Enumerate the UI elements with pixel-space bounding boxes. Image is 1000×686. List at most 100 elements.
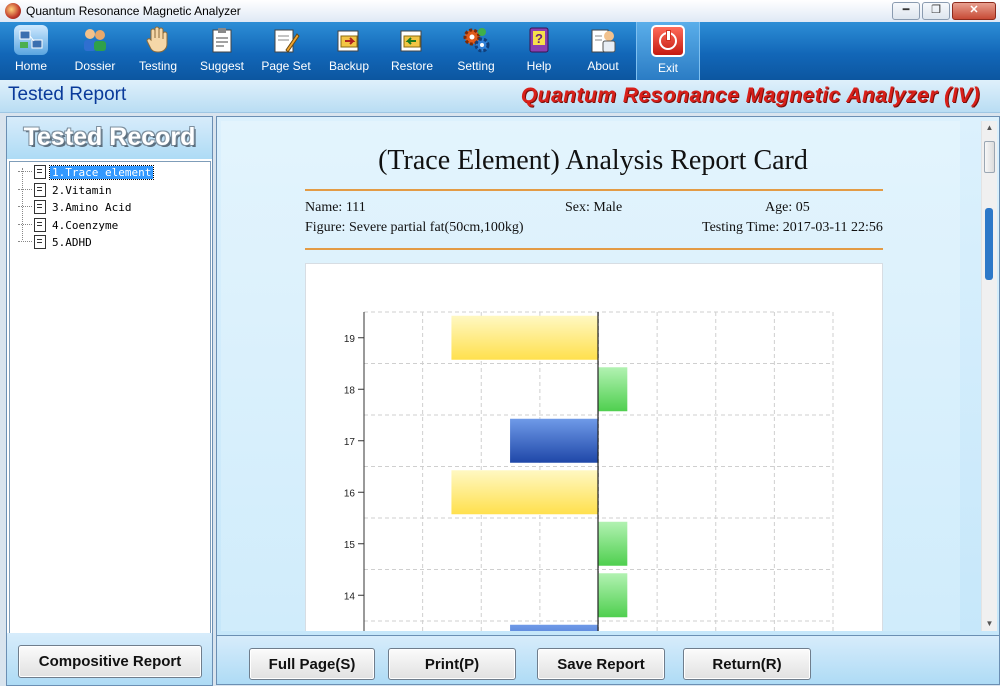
toolbar-suggest[interactable]: Suggest — [196, 22, 248, 80]
record-tree: 1.Trace element 2.Vitamin 3.Amino Acid 4… — [9, 161, 211, 635]
bar-chart: 13141516171819 — [344, 311, 834, 631]
report-content: (Trace Element) Analysis Report Card Nam… — [221, 121, 960, 631]
toolbar-testing[interactable]: Testing — [134, 22, 182, 80]
toolbar-home-label: Home — [14, 59, 47, 73]
close-button[interactable]: ✕ — [952, 2, 996, 20]
toolbar-exit[interactable]: Exit — [636, 22, 700, 80]
toolbar-help[interactable]: ? Help — [518, 22, 560, 80]
report-panel: (Trace Element) Analysis Report Card Nam… — [216, 116, 1000, 636]
gears-icon — [459, 25, 493, 55]
chart-bar — [510, 418, 598, 463]
document-icon — [34, 165, 46, 179]
patient-age: Age: 05 — [765, 200, 810, 215]
report-action-bar: Full Page(S) Print(P) Save Report Return… — [216, 636, 1000, 685]
minimize-button[interactable]: ━ — [892, 2, 920, 20]
hand-icon — [141, 25, 175, 55]
title-bar: Quantum Resonance Magnetic Analyzer ━ ❐ … — [0, 0, 1000, 23]
tree-item-amino-acid[interactable]: 3.Amino Acid — [18, 199, 133, 215]
tested-record-title: Tested Record — [23, 123, 196, 151]
window-title: Quantum Resonance Magnetic Analyzer — [26, 4, 241, 18]
chart-bar — [451, 470, 598, 515]
toolbar-setting[interactable]: Setting — [452, 22, 500, 80]
document-icon — [34, 200, 46, 214]
testing-time: Testing Time: 2017-03-11 22:56 — [702, 220, 883, 235]
page-pencil-icon — [269, 25, 303, 55]
toolbar-about[interactable]: About — [580, 22, 626, 80]
toolbar-dossier-label: Dossier — [74, 59, 116, 73]
y-tick-label: 18 — [344, 385, 356, 396]
toolbar-about-label: About — [587, 59, 619, 73]
home-network-icon — [14, 25, 48, 55]
header-divider-bottom — [305, 248, 883, 250]
y-tick-label: 17 — [344, 437, 356, 448]
power-icon — [651, 25, 685, 57]
toolbar-dossier[interactable]: Dossier — [70, 22, 120, 80]
document-icon — [34, 218, 46, 232]
header-divider-top — [305, 189, 883, 191]
patient-figure: Figure: Severe partial fat(50cm,100kg) — [305, 220, 524, 235]
tree-item-vitamin[interactable]: 2.Vitamin — [18, 182, 114, 198]
document-icon — [34, 183, 46, 197]
save-report-button[interactable]: Save Report — [537, 648, 665, 680]
chart-bar — [510, 624, 598, 631]
chart-bar — [451, 315, 598, 360]
toolbar-restore[interactable]: Restore — [388, 22, 436, 80]
patient-name: Name: 111 — [305, 200, 366, 215]
scroll-up-arrow[interactable]: ▲ — [982, 121, 997, 135]
app-logo-icon — [5, 3, 21, 19]
tree-item-label: 4.Coenzyme — [52, 218, 119, 232]
y-tick-label: 15 — [344, 540, 356, 551]
trace-element-chart: 13141516171819 — [305, 263, 883, 631]
full-page-button[interactable]: Full Page(S) — [249, 648, 375, 680]
tree-item-label: 1.Trace element — [48, 164, 155, 180]
tree-item-label: 2.Vitamin — [52, 183, 112, 197]
toolbar-suggest-label: Suggest — [199, 59, 245, 73]
return-button[interactable]: Return(R) — [683, 648, 811, 680]
tree-item-label: 5.ADHD — [52, 235, 92, 249]
help-book-icon: ? — [522, 25, 556, 55]
tree-item-label: 3.Amino Acid — [52, 200, 132, 214]
svg-text:?: ? — [535, 31, 543, 46]
tree-item-adhd[interactable]: 5.ADHD — [18, 234, 94, 250]
chart-bar — [598, 367, 628, 412]
clipboard-icon — [205, 25, 239, 55]
backup-folder-icon — [332, 25, 366, 55]
toolbar-setting-label: Setting — [457, 59, 495, 73]
toolbar-page-set[interactable]: Page Set — [258, 22, 314, 80]
toolbar-testing-label: Testing — [138, 59, 178, 73]
people-icon — [78, 25, 112, 55]
y-tick-label: 14 — [344, 591, 356, 602]
toolbar-home[interactable]: Home — [8, 22, 54, 80]
page-title: Tested Report — [8, 84, 127, 105]
tree-item-coenzyme[interactable]: 4.Coenzyme — [18, 217, 120, 233]
scroll-down-arrow[interactable]: ▼ — [982, 617, 997, 631]
restore-folder-icon — [395, 25, 429, 55]
toolbar-help-label: Help — [526, 59, 552, 73]
chart-bar — [598, 573, 628, 618]
page-header: Tested Report Quantum Resonance Magnetic… — [0, 80, 1000, 113]
y-tick-label: 19 — [344, 334, 356, 345]
toolbar-backup-label: Backup — [328, 59, 370, 73]
toolbar-backup[interactable]: Backup — [326, 22, 372, 80]
patient-sex: Sex: Male — [565, 200, 623, 215]
tree-item-trace-element[interactable]: 1.Trace element — [18, 164, 155, 180]
window-controls: ━ ❐ ✕ — [892, 2, 996, 20]
maximize-button[interactable]: ❐ — [922, 2, 950, 20]
brand-title: Quantum Resonance Magnetic Analyzer (IV) — [520, 84, 980, 107]
compositive-report-button[interactable]: Compositive Report — [18, 645, 202, 678]
toolbar-restore-label: Restore — [390, 59, 434, 73]
chart-bar — [598, 521, 628, 566]
y-tick-label: 16 — [344, 488, 356, 499]
toolbar-page-set-label: Page Set — [261, 59, 311, 73]
about-doctor-icon — [586, 25, 620, 55]
document-icon — [34, 235, 46, 249]
vertical-scrollbar[interactable]: ▲ ▼ — [981, 121, 997, 631]
tested-record-header: Tested Record — [7, 117, 212, 159]
tested-record-panel: Tested Record 1.Trace element 2.Vitamin … — [6, 116, 213, 686]
toolbar-exit-label: Exit — [657, 61, 678, 75]
print-button[interactable]: Print(P) — [388, 648, 516, 680]
scroll-thumb[interactable] — [984, 141, 995, 173]
report-title: (Trace Element) Analysis Report Card — [378, 145, 808, 176]
main-toolbar: Home Dossier Testing Suggest Page Set Ba… — [0, 22, 1000, 80]
left-panel-footer: Compositive Report — [7, 633, 212, 685]
